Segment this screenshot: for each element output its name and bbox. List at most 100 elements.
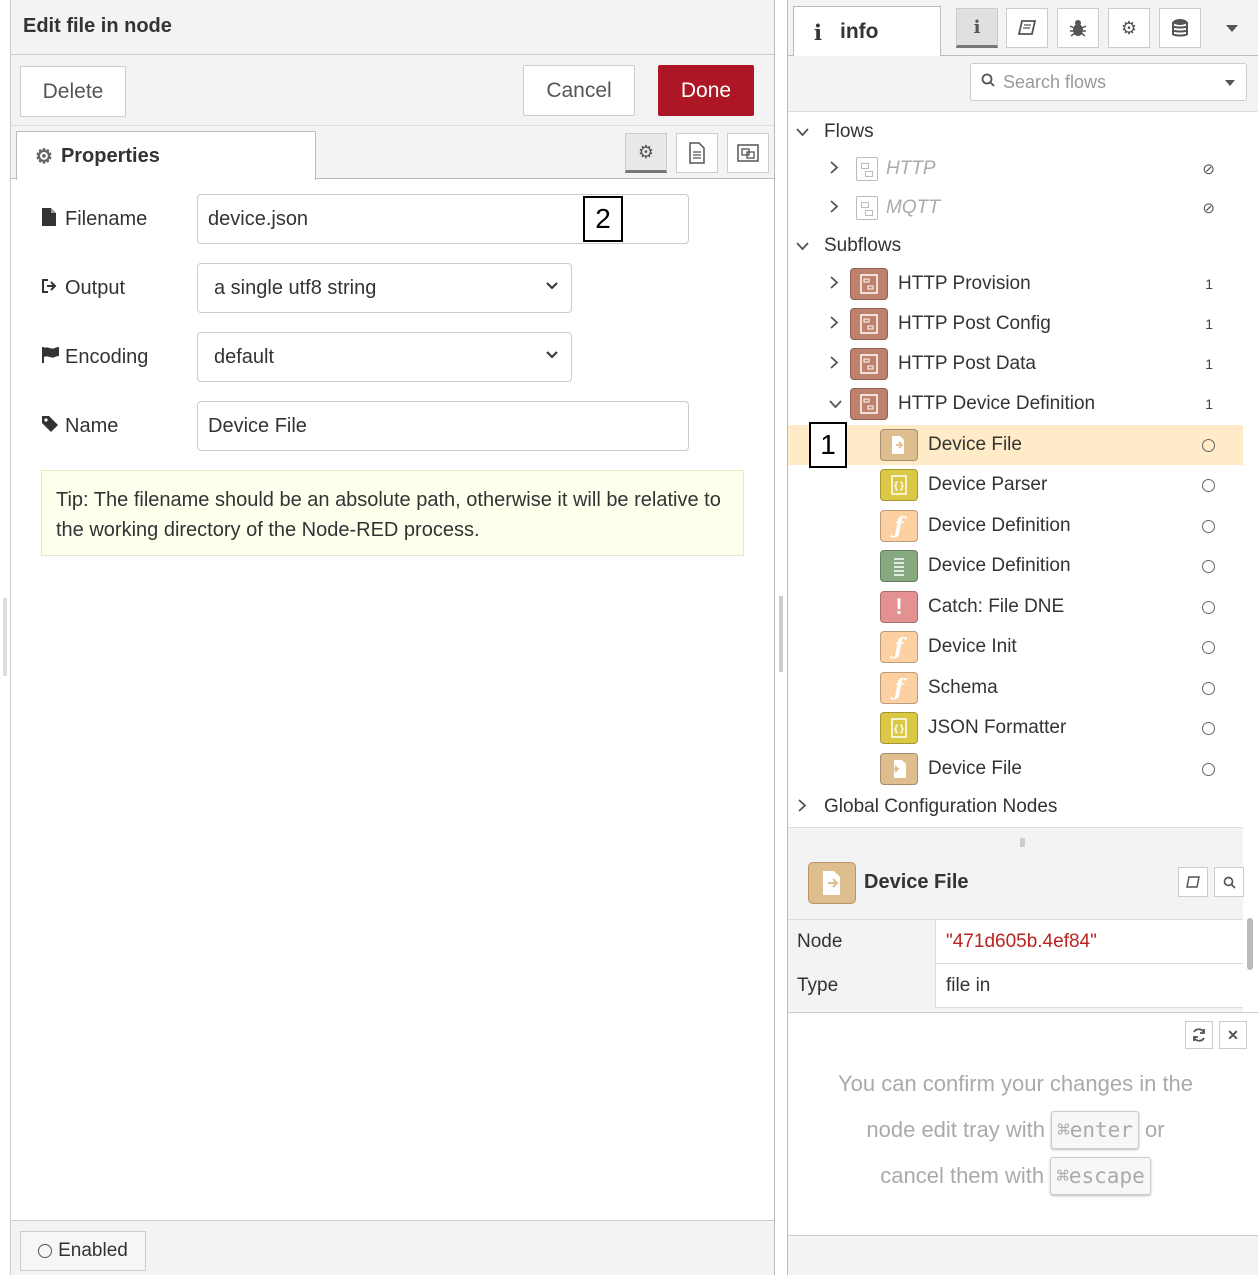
status-circle-icon xyxy=(1202,721,1215,735)
name-label: Name xyxy=(41,401,118,451)
json-icon: {} xyxy=(880,712,918,744)
divider-grip[interactable] xyxy=(1020,838,1025,847)
tag-icon xyxy=(41,415,65,438)
tree-node-device-init[interactable]: ƒ Device Init xyxy=(788,627,1243,667)
tree-flow-mqtt[interactable]: MQTT ⊘ xyxy=(788,188,1243,228)
chevron-down-icon[interactable] xyxy=(829,397,842,412)
tree-flow-http[interactable]: HTTP ⊘ xyxy=(788,149,1243,189)
edit-tray: Edit file in node Delete Cancel Done ⚙ P… xyxy=(10,0,775,1275)
tree-node-device-parser[interactable]: {} Device Parser xyxy=(788,465,1243,505)
tree-node-device-definition-debug[interactable]: Device Definition xyxy=(788,546,1243,586)
svg-text:{}: {} xyxy=(893,724,905,735)
tree-node-json-formatter[interactable]: {} JSON Formatter xyxy=(788,708,1243,748)
tab-properties[interactable]: ⚙ Properties xyxy=(16,131,316,180)
node-appearance-tab-button[interactable] xyxy=(727,133,769,173)
encoding-select[interactable]: default xyxy=(197,332,572,382)
annotation-marker-1: 1 xyxy=(809,422,847,468)
tree-node-device-file-out[interactable]: Device File xyxy=(788,749,1243,789)
close-tips-button[interactable]: ✕ xyxy=(1219,1021,1247,1049)
sidebar-resize-handle[interactable] xyxy=(779,596,783,672)
tree-section-subflows[interactable]: Subflows xyxy=(788,226,1243,266)
node-description-tab-button[interactable] xyxy=(676,133,718,173)
help-tab-button[interactable] xyxy=(1006,8,1048,48)
chevron-right-icon[interactable] xyxy=(830,200,839,216)
enabled-toggle-button[interactable]: Enabled xyxy=(20,1231,146,1271)
chevron-down-icon[interactable] xyxy=(796,125,809,140)
delete-button[interactable]: Delete xyxy=(20,66,126,117)
debug-icon xyxy=(880,550,918,582)
tray-tab-strip: ⚙ Properties ⚙ xyxy=(11,126,774,180)
tree-subflow-http-post-data[interactable]: HTTP Post Data 1 xyxy=(788,344,1243,384)
circle-icon xyxy=(38,1244,53,1258)
next-tip-button[interactable] xyxy=(1185,1021,1213,1049)
chevron-right-icon[interactable] xyxy=(830,276,839,292)
tray-footer: Enabled xyxy=(11,1220,774,1275)
name-input[interactable]: Device File xyxy=(197,401,689,451)
search-icon xyxy=(1223,876,1236,889)
node-type-value: file in xyxy=(946,975,991,996)
gear-icon: ⚙ xyxy=(1120,17,1138,38)
function-icon: ƒ xyxy=(880,672,918,704)
chevron-right-icon[interactable] xyxy=(830,161,839,177)
chevron-down-icon xyxy=(545,278,559,296)
annotation-marker-2: 2 xyxy=(583,196,623,242)
tree-subflow-http-provision[interactable]: HTTP Provision 1 xyxy=(788,264,1243,304)
panel-divider[interactable] xyxy=(788,827,1243,847)
status-circle-icon xyxy=(1202,762,1215,776)
document-icon xyxy=(689,142,705,164)
left-resize-handle[interactable] xyxy=(3,598,7,676)
search-bar: Search flows xyxy=(788,56,1258,112)
chevron-right-icon[interactable] xyxy=(830,316,839,332)
tree-section-flows[interactable]: Flows xyxy=(788,112,1243,152)
node-info-table: Node "471d605b.4ef84" Type file in xyxy=(788,919,1243,1008)
filename-row: Filename device.json xyxy=(41,194,741,246)
tree-node-device-definition-function[interactable]: ƒ Device Definition xyxy=(788,506,1243,546)
node-help-button[interactable] xyxy=(1178,867,1208,897)
output-row: Output a single utf8 string xyxy=(41,263,741,315)
info-scrollbar[interactable] xyxy=(1247,918,1253,970)
tree-section-global-config[interactable]: Global Configuration Nodes xyxy=(788,787,1243,827)
tree-node-device-file[interactable]: Device File xyxy=(788,425,1243,465)
status-circle-icon xyxy=(1202,519,1215,533)
encoding-row: Encoding default xyxy=(41,332,741,384)
node-reveal-button[interactable] xyxy=(1214,867,1244,897)
tree-subflow-http-post-config[interactable]: HTTP Post Config 1 xyxy=(788,304,1243,344)
filename-label: Filename xyxy=(41,194,147,244)
node-id-value[interactable]: "471d605b.4ef84" xyxy=(946,920,1097,964)
debug-tab-button[interactable] xyxy=(1057,8,1099,48)
tray-header: Edit file in node xyxy=(11,0,774,55)
caret-down-icon[interactable] xyxy=(1224,75,1236,90)
tree-subflow-http-device-definition[interactable]: HTTP Device Definition 1 xyxy=(788,384,1243,424)
node-info-header: Device File xyxy=(788,847,1244,919)
file-out-icon xyxy=(880,753,918,785)
info-tab-button[interactable]: i xyxy=(956,8,998,48)
chevron-down-icon[interactable] xyxy=(796,239,809,254)
chevron-right-icon[interactable] xyxy=(830,356,839,372)
output-select[interactable]: a single utf8 string xyxy=(197,263,572,313)
subflow-icon xyxy=(850,308,888,340)
node-info-title: Device File xyxy=(864,871,969,893)
chevron-right-icon[interactable] xyxy=(798,799,807,815)
gear-icon: ⚙ xyxy=(35,145,53,168)
node-info-panel: Device File Node "471d605b.4ef84" Type f… xyxy=(788,847,1244,1012)
done-button[interactable]: Done xyxy=(658,65,754,116)
function-icon: ƒ xyxy=(880,510,918,542)
node-settings-tab-button[interactable]: ⚙ xyxy=(625,133,667,173)
config-nodes-tab-button[interactable]: ⚙ xyxy=(1108,8,1150,48)
tree-node-catch-file-dne[interactable]: ! Catch: File DNE xyxy=(788,587,1243,627)
tip-text: You can confirm your changes in the node… xyxy=(808,1061,1223,1199)
sidebar: i info i ⚙ Search flows Flows HTTP ⊘ MQT… xyxy=(787,0,1258,1275)
search-flows-input[interactable]: Search flows xyxy=(970,63,1247,101)
database-icon xyxy=(1172,19,1188,37)
output-label: Output xyxy=(41,263,125,313)
tab-info[interactable]: i info xyxy=(793,6,941,57)
kbd-enter: ⌘enter xyxy=(1051,1111,1139,1149)
tree-node-schema[interactable]: ƒ Schema xyxy=(788,668,1243,708)
flow-icon xyxy=(856,157,878,181)
cancel-button[interactable]: Cancel xyxy=(523,65,635,116)
name-row: Name Device File xyxy=(41,401,741,453)
context-data-tab-button[interactable] xyxy=(1159,8,1201,48)
sidebar-menu-button[interactable] xyxy=(1214,8,1250,48)
flow-icon xyxy=(856,196,878,220)
close-icon: ✕ xyxy=(1227,1026,1239,1043)
